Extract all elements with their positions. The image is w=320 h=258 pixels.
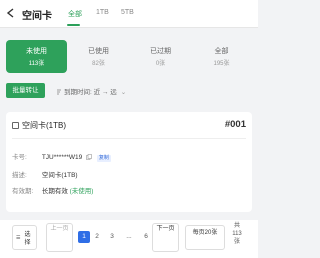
- stat-unused[interactable]: 未使用 113张: [6, 40, 67, 73]
- stat-count: 0张: [155, 61, 166, 67]
- divider: [12, 138, 246, 139]
- stat-count: 82张: [92, 61, 105, 67]
- card-number-value: TJU******W19: [41, 154, 83, 161]
- active-tab-indicator: [67, 24, 80, 26]
- stat-label: 未使用: [26, 48, 47, 55]
- card-checkbox[interactable]: [12, 122, 19, 129]
- validity-key: 有效期:: [12, 188, 34, 195]
- stat-count: 195张: [213, 61, 230, 67]
- back-arrow-icon[interactable]: [6, 8, 15, 18]
- description-key: 描述:: [12, 172, 27, 179]
- sort-dropdown[interactable]: 到期时间: 近 → 远 ⌄: [56, 86, 126, 96]
- next-page-button[interactable]: 下一页: [152, 223, 179, 252]
- top-bar: 空间卡 全部 1TB 5TB: [0, 0, 258, 28]
- page-1[interactable]: 1: [78, 231, 90, 243]
- select-label: 选择: [24, 232, 31, 246]
- page-3[interactable]: 3: [106, 231, 118, 243]
- page-title: 空间卡: [22, 11, 52, 22]
- stat-used[interactable]: 已使用 82张: [68, 40, 129, 73]
- sort-icon: [57, 89, 61, 95]
- select-icon: ☰: [16, 235, 21, 241]
- per-page-select[interactable]: 每页20张: [185, 225, 225, 250]
- sort-label: 到期时间: 近 → 远: [64, 89, 117, 96]
- tab-all[interactable]: 全部: [68, 9, 82, 19]
- description-row: 描述: 空间卡(1TB): [12, 169, 78, 179]
- stat-expired[interactable]: 已过期 0张: [130, 40, 191, 73]
- page-ellipsis: ...: [126, 233, 132, 240]
- chevron-down-icon: ⌄: [120, 89, 127, 96]
- page-6[interactable]: 6: [140, 231, 152, 243]
- tab-1tb[interactable]: 1TB: [96, 9, 109, 16]
- pagination-bar: ☰ 选择 上一页 1 2 3 ... 6 下一页 每页20张 共113张: [0, 220, 258, 258]
- description-value: 空间卡(1TB): [41, 172, 78, 179]
- card-index: #001: [224, 119, 246, 130]
- card-title: 空间卡(1TB): [22, 121, 66, 130]
- stat-label: 全部: [214, 48, 229, 55]
- validity-row: 有效期: 长期有效 (未使用): [12, 185, 93, 195]
- select-button[interactable]: ☰ 选择: [12, 225, 37, 250]
- page-2[interactable]: 2: [91, 231, 103, 243]
- total-count: 共113张: [232, 223, 242, 245]
- stat-count: 113张: [28, 61, 45, 67]
- space-card-item: 空间卡(1TB) #001 卡号: TJU******W19 复制 描述: 空间…: [6, 112, 252, 212]
- card-number-row: 卡号: TJU******W19 复制: [12, 151, 111, 162]
- copy-button[interactable]: 复制: [96, 155, 111, 162]
- stat-label: 已使用: [88, 48, 109, 55]
- validity-status: (未使用): [69, 188, 94, 195]
- status-filter-bar: 未使用 113张 已使用 82张 已过期 0张 全部 195张: [6, 40, 252, 73]
- prev-page-button[interactable]: 上一页: [46, 223, 73, 252]
- stat-label: 已过期: [150, 48, 171, 55]
- copy-icon[interactable]: [86, 154, 92, 160]
- card-number-key: 卡号:: [12, 154, 27, 161]
- batch-transfer-button[interactable]: 批量转让: [6, 83, 45, 98]
- stat-all[interactable]: 全部 195张: [191, 40, 252, 73]
- validity-value: 长期有效: [41, 188, 68, 195]
- tab-5tb[interactable]: 5TB: [121, 9, 134, 16]
